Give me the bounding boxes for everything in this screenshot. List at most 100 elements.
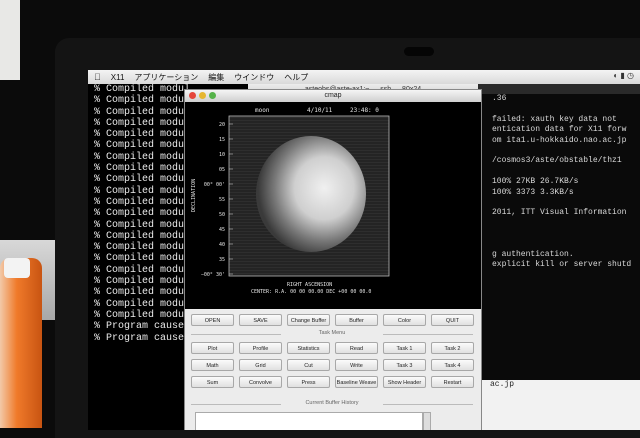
paper-note: [0, 0, 20, 80]
open-button[interactable]: OPEN: [191, 314, 234, 326]
zoom-icon[interactable]: [209, 92, 216, 99]
grid-button[interactable]: Grid: [239, 359, 282, 371]
task-4-button[interactable]: Task 4: [431, 359, 474, 371]
buffer-history-list[interactable]: [195, 412, 423, 430]
y-tick-label: −00° 30': [201, 272, 225, 278]
terminal-line: % Compiled module: [94, 264, 197, 276]
terminal-line: % Compiled module: [94, 287, 197, 299]
save-button[interactable]: SAVE: [239, 314, 282, 326]
terminal-line: % Compiled module: [94, 276, 197, 288]
terminal-line: % Compiled module: [94, 298, 197, 310]
y-tick-label: 50: [219, 212, 225, 218]
cmap-titlebar[interactable]: cmap: [185, 90, 481, 102]
y-tick-label: 10: [219, 152, 225, 158]
plot-date: 4/10/11: [307, 107, 333, 114]
history-scrollbar[interactable]: [423, 412, 431, 430]
terminal-line: /cosmos3/aste/obstable/thz1: [492, 156, 622, 166]
plot-object: moon: [255, 107, 270, 114]
y-tick-label: 40: [219, 242, 225, 248]
terminal-left[interactable]: % Compiled module% Compiled module% Comp…: [88, 84, 197, 430]
monitor-screen:  X11 アプリケーション 編集 ウインドウ ヘルプ ◐ ▮ ◷ % Comp…: [88, 70, 640, 430]
terminal-line: % Compiled module: [94, 196, 197, 208]
y-tick-label: 00° 00': [204, 182, 225, 188]
close-icon[interactable]: [189, 92, 196, 99]
terminal-line: % Compiled module: [94, 163, 197, 175]
menu-x11[interactable]: X11: [111, 73, 125, 82]
terminal-right-titlebar: [478, 84, 640, 94]
photo-scene:  X11 アプリケーション 編集 ウインドウ ヘルプ ◐ ▮ ◷ % Comp…: [0, 0, 640, 438]
write-button[interactable]: Write: [335, 359, 378, 371]
mac-menubar:  X11 アプリケーション 編集 ウインドウ ヘルプ ◐ ▮ ◷: [88, 70, 640, 84]
terminal-line: % Compiled module: [94, 242, 197, 254]
y-tick-label: 45: [219, 227, 225, 233]
terminal-line: % Compiled module: [94, 219, 197, 231]
plot-center: CENTER: R.A. 00 00 00.00 DEC +00 00 00.0: [251, 289, 371, 295]
task-2-button[interactable]: Task 2: [431, 342, 474, 354]
terminal-line: g authentication.: [492, 249, 574, 259]
terminal-line: 100% 27KB 26.7KB/s: [492, 177, 579, 187]
terminal-line: % Compiled module: [94, 208, 197, 220]
terminal-line: explicit kill or server shutd: [492, 260, 632, 270]
moon-image-plot[interactable]: moon 4/10/11 23:48: 0 DECLINATION 20 15 10…: [185, 102, 481, 309]
quit-button[interactable]: QUIT: [431, 314, 474, 326]
profile-button[interactable]: Profile: [239, 342, 282, 354]
drink-bottle: [0, 258, 42, 428]
cmap-title: cmap: [324, 92, 342, 99]
terminal-line: % Program caused: [94, 332, 191, 344]
terminal-line: % Program caused: [94, 321, 191, 333]
terminal-line: % Compiled module: [94, 129, 197, 141]
cmap-window[interactable]: cmap moon 4/10/11 23:48: 0 DECLINATION 2…: [184, 89, 482, 430]
bottle-cap: [4, 258, 30, 278]
menu-window[interactable]: ウインドウ: [234, 72, 274, 83]
task-menu-label: Task Menu: [191, 330, 473, 336]
statistics-button[interactable]: Statistics: [287, 342, 330, 354]
terminal-line: % Compiled module: [94, 253, 197, 265]
menu-applications[interactable]: アプリケーション: [134, 72, 198, 83]
apple-menu-icon[interactable]: : [94, 72, 101, 82]
cut-button[interactable]: Cut: [287, 359, 330, 371]
terminal-line: % Compiled module: [94, 151, 197, 163]
terminal-line: % Compiled module: [94, 140, 197, 152]
task-1-button[interactable]: Task 1: [383, 342, 426, 354]
buffer-history-label: Current Buffer History: [191, 400, 473, 406]
y-tick-label: 35: [219, 257, 225, 263]
plot-time: 23:48: 0: [350, 107, 379, 114]
buffer-button[interactable]: Buffer: [335, 314, 378, 326]
webcam: [404, 47, 434, 56]
show-header-button[interactable]: Show Header: [383, 376, 426, 388]
moon-disk: [256, 136, 366, 252]
menu-help[interactable]: ヘルプ: [284, 72, 308, 83]
read-button[interactable]: Read: [335, 342, 378, 354]
menu-edit[interactable]: 編集: [208, 72, 224, 83]
terminal-line: entication data for X11 forw: [492, 125, 627, 135]
sum-button[interactable]: Sum: [191, 376, 234, 388]
terminal-line: % Compiled module: [94, 230, 197, 242]
plot-button[interactable]: Plot: [191, 342, 234, 354]
terminal-line: % Compiled module: [94, 309, 197, 321]
terminal-line: % Compiled module: [94, 84, 197, 95]
minimize-icon[interactable]: [199, 92, 206, 99]
math-button[interactable]: Math: [191, 359, 234, 371]
baseline-weave-button[interactable]: Baseline Weave: [335, 376, 378, 388]
terminal-right[interactable]: .36 failed: xauth key data not entication…: [478, 84, 640, 430]
terminal-line: % Compiled module: [94, 117, 197, 129]
press-button[interactable]: Press: [287, 376, 330, 388]
restart-button[interactable]: Restart: [431, 376, 474, 388]
color-button[interactable]: Color: [383, 314, 426, 326]
terminal-line: 2011, ITT Visual Information: [492, 208, 627, 218]
y-tick-label: 55: [219, 197, 225, 203]
change-buffer-button[interactable]: Change Buffer: [287, 314, 330, 326]
terminal-line: % Compiled module: [94, 185, 197, 197]
task-3-button[interactable]: Task 3: [383, 359, 426, 371]
terminal-line: failed: xauth key data not: [492, 114, 617, 124]
terminal-line: 100% 3373 3.3KB/s: [492, 187, 574, 197]
plot-xlabel: RIGHT ASCENSION: [287, 282, 332, 288]
y-tick-label: 05: [219, 167, 225, 173]
y-tick-label: 20: [219, 122, 225, 128]
convolve-button[interactable]: Convolve: [239, 376, 282, 388]
